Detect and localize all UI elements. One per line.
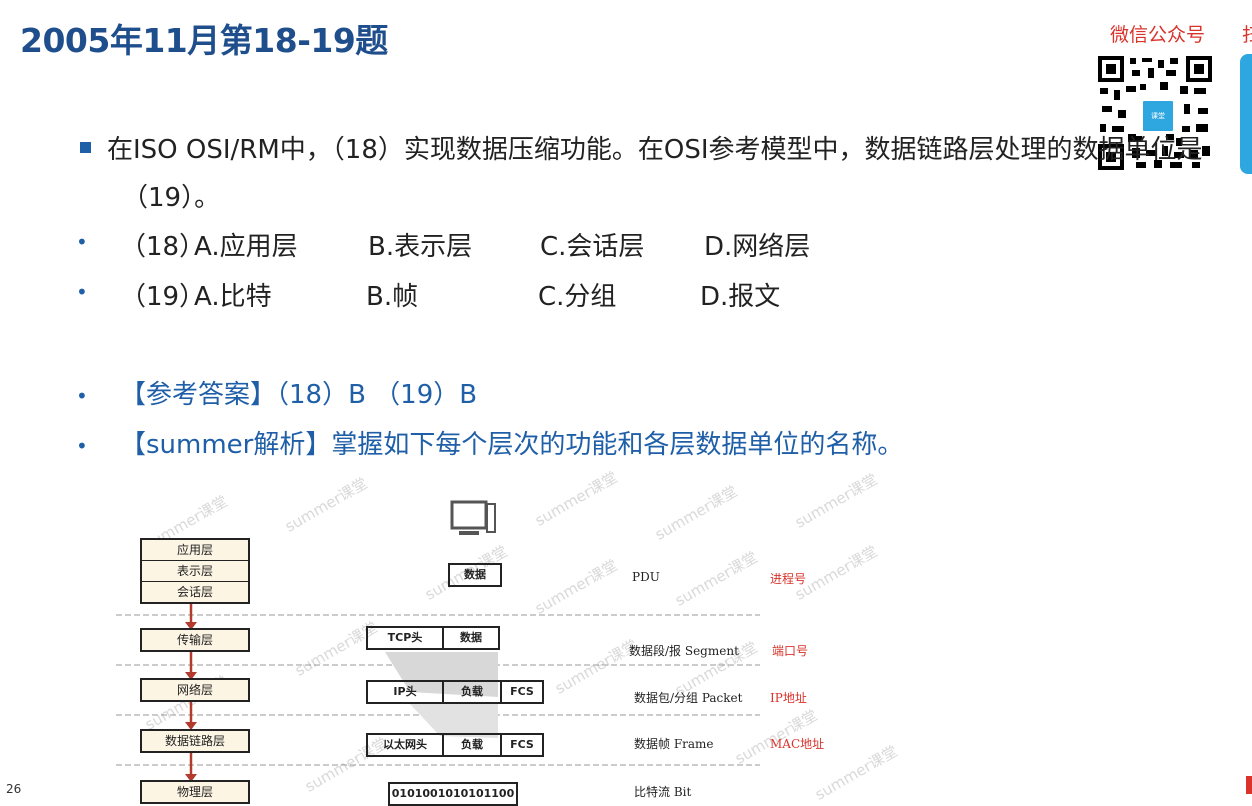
pdu-name: PDU: [632, 570, 660, 584]
addr-port: 端口号: [772, 644, 809, 658]
packet-row: IP头 负载 FCS: [366, 680, 544, 704]
analysis-line: • 【summer解析】掌握如下每个层次的功能和各层数据单位的名称。: [76, 424, 903, 461]
question-line-2: （19）。: [122, 183, 221, 213]
layer-application: 应用层: [142, 540, 248, 561]
option-c: C.分组: [538, 282, 617, 312]
analysis-text: 【summer解析】掌握如下每个层次的功能和各层数据单位的名称。: [120, 430, 904, 460]
segment-name: 数据段/报 Segment: [629, 644, 739, 658]
option-a: A.应用层: [194, 232, 298, 262]
frame-fcs-cell: FCS: [510, 738, 534, 751]
packet-fcs-cell: FCS: [510, 685, 534, 698]
options-19: • （19） A.比特 B.帧 C.分组 D.报文: [76, 276, 780, 312]
layer-network: 网络层: [140, 678, 250, 702]
frame-row: 以太网头 负载 FCS: [366, 733, 544, 757]
question-text: 在ISO OSI/RM中，（18）实现数据压缩功能。在OSI参考模型中，数据链路…: [80, 126, 1250, 222]
wechat-label-cut: 扫: [1242, 24, 1252, 46]
option-number: （18）: [120, 232, 206, 262]
question-line-1: 在ISO OSI/RM中，（18）实现数据压缩功能。在OSI参考模型中，数据链路…: [107, 135, 1203, 165]
option-number: （19）: [120, 282, 206, 312]
wechat-label: 微信公众号: [1110, 24, 1206, 46]
bullet-dot-icon: •: [76, 434, 88, 458]
pdu-data-cell: 数据: [448, 563, 502, 587]
osi-diagram: summer课堂 summer课堂 summer课堂 summer课堂 summ…: [110, 468, 901, 806]
layer-session: 会话层: [176, 585, 213, 599]
computer-icon: [450, 500, 496, 535]
packet-name: 数据包/分组 Packet: [634, 691, 743, 705]
option-d: D.报文: [700, 282, 781, 312]
segment-data-cell: 数据: [460, 631, 482, 644]
page-title: 2005年11月第18-19题: [20, 21, 388, 60]
tcp-header-cell: TCP头: [368, 628, 444, 648]
layer-presentation: 表示层: [142, 561, 248, 582]
layer-datalink: 数据链路层: [140, 729, 250, 753]
layer-physical: 物理层: [140, 780, 250, 804]
bullet-dot-icon: •: [76, 230, 88, 254]
option-a: A.比特: [194, 282, 272, 312]
bullet-dot-icon: •: [76, 280, 88, 304]
answer-line: • 【参考答案】（18）B （19）B: [76, 374, 477, 411]
bullet-square-icon: [80, 142, 91, 153]
frame-name: 数据帧 Frame: [634, 737, 714, 751]
ip-header-cell: IP头: [368, 682, 444, 702]
option-d: D.网络层: [704, 232, 811, 262]
side-decoration-bottom: [1246, 776, 1252, 794]
answer-text: 【参考答案】（18）B （19）B: [120, 380, 478, 410]
options-18: • （18） A.应用层 B.表示层 C.会话层 D.网络层: [76, 226, 810, 262]
segment-row: TCP头 数据: [366, 626, 500, 650]
layer-transport: 传输层: [140, 628, 250, 652]
ethernet-header-cell: 以太网头: [368, 735, 444, 755]
bullet-dot-icon: •: [76, 384, 88, 408]
addr-mac: MAC地址: [770, 737, 825, 751]
addr-ip: IP地址: [770, 691, 807, 705]
packet-payload-cell: 负载: [444, 682, 502, 702]
option-c: C.会话层: [540, 232, 645, 262]
frame-payload-cell: 负载: [444, 735, 502, 755]
bit-name: 比特流 Bit: [634, 785, 692, 799]
option-b: B.表示层: [368, 232, 473, 262]
page-number: 26: [6, 782, 22, 796]
option-b: B.帧: [366, 282, 419, 312]
bitstream-cell: 0101001010101100: [388, 782, 518, 806]
addr-process: 进程号: [770, 572, 807, 586]
upper-layers-box: 应用层 表示层 会话层: [140, 538, 250, 604]
